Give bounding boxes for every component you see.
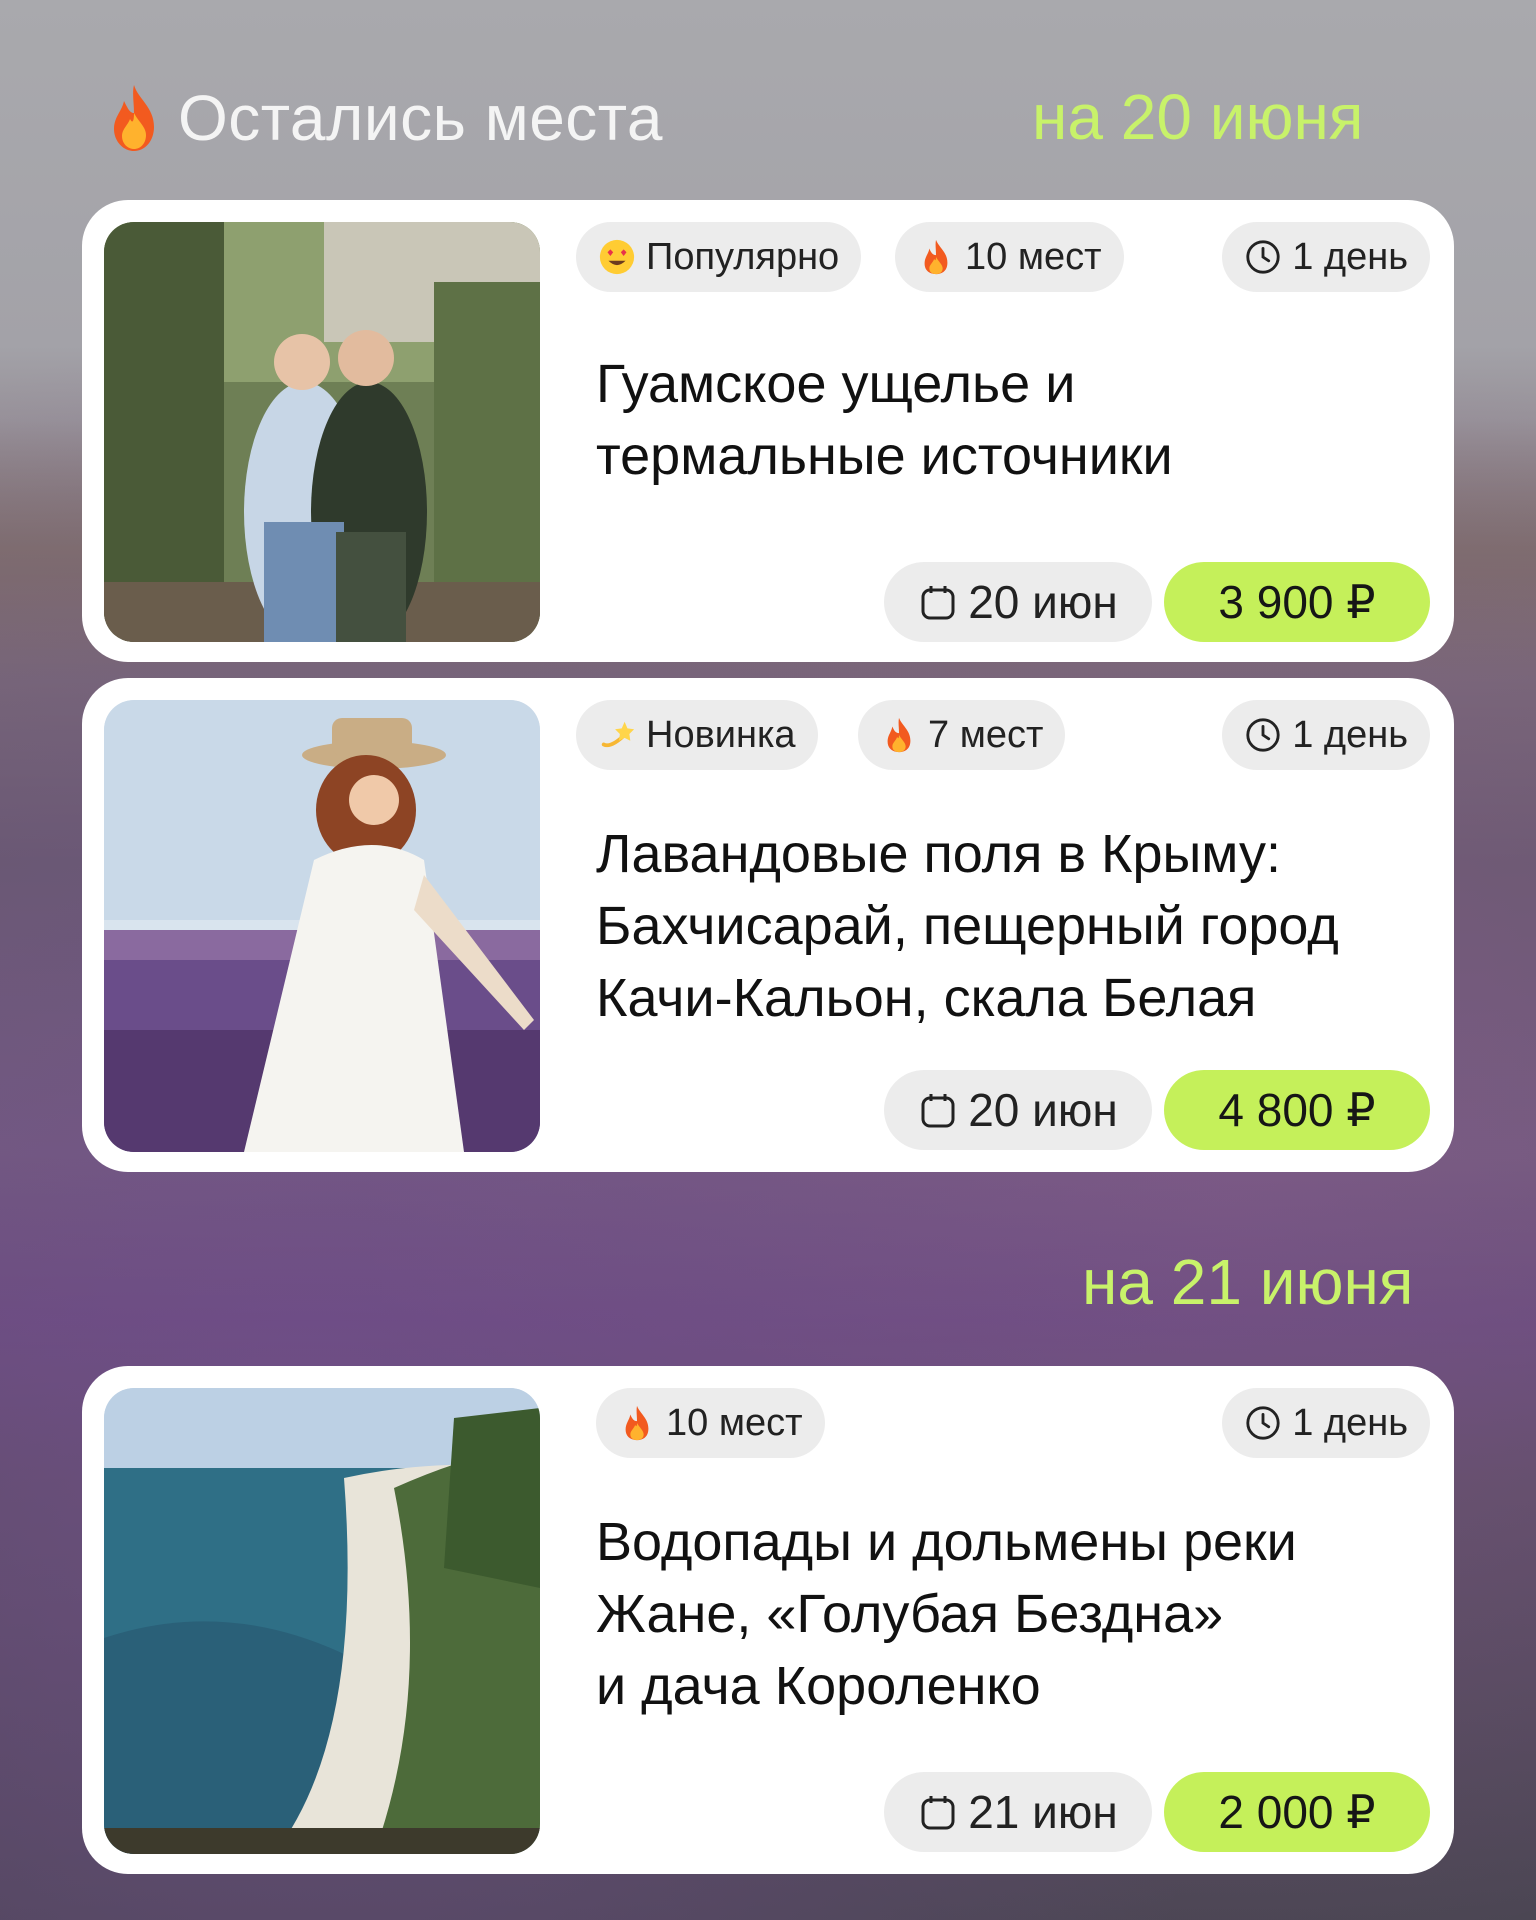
price-button[interactable]: 3 900 ₽ — [1164, 562, 1430, 642]
date-heading-20: на 20 июня — [1032, 81, 1364, 153]
seats-chip: 10 мест — [596, 1388, 825, 1458]
price-button[interactable]: 4 800 ₽ — [1164, 1070, 1430, 1150]
fire-icon — [104, 83, 164, 153]
tag-chip: Популярно — [576, 222, 862, 292]
tag-label: Популярно — [646, 235, 840, 278]
clock-icon — [1244, 715, 1282, 755]
tour-title-line: Гуамское ущелье и — [596, 354, 1076, 414]
date-chip: 20 июн — [884, 562, 1152, 642]
tour-card[interactable]: Новинка 7 мест 1 день Лавандовые поля в … — [82, 678, 1454, 1172]
tour-title-line: Бахчисарай, пещерный город — [596, 896, 1339, 956]
date-label: 20 июн — [968, 1084, 1118, 1136]
heart-eyes-emoji-icon — [598, 237, 636, 277]
date-heading-21: на 21 июня — [1082, 1246, 1414, 1318]
seats-label: 7 мест — [928, 713, 1044, 756]
calendar-icon — [918, 582, 958, 622]
tour-card[interactable]: Популярно 10 мест 1 день Гуамское ущелье… — [82, 200, 1454, 662]
tour-photo — [104, 1388, 540, 1854]
tour-photo — [104, 222, 540, 642]
tour-title: Лавандовые поля в Крыму: Бахчисарай, пещ… — [596, 818, 1416, 1034]
tour-photo — [104, 700, 540, 1152]
dizzy-star-emoji-icon — [598, 715, 636, 755]
seats-label: 10 мест — [965, 235, 1102, 278]
clock-icon — [1244, 1403, 1282, 1443]
tour-title-line: термальные источники — [596, 426, 1173, 486]
tag-label: Новинка — [646, 713, 796, 756]
tour-title: Гуамское ущелье и термальные источники — [596, 348, 1416, 492]
date-chip: 21 июн — [884, 1772, 1152, 1852]
duration-chip: 1 день — [1222, 1388, 1430, 1458]
date-label: 21 июн — [968, 1786, 1118, 1838]
seats-chip: 10 мест — [895, 222, 1124, 292]
fire-icon — [880, 715, 918, 755]
calendar-icon — [918, 1090, 958, 1130]
duration-chip: 1 день — [1222, 700, 1430, 770]
date-chip: 20 июн — [884, 1070, 1152, 1150]
tag-chip: Новинка — [576, 700, 818, 770]
tour-title-line: и дача Короленко — [596, 1656, 1041, 1716]
fire-icon — [618, 1403, 656, 1443]
duration-label: 1 день — [1292, 713, 1408, 756]
seats-chip: 7 мест — [858, 700, 1066, 770]
tour-title: Водопады и дольмены реки Жане, «Голубая … — [596, 1506, 1416, 1722]
tour-title-line: Водопады и дольмены реки — [596, 1512, 1297, 1572]
duration-chip: 1 день — [1222, 222, 1430, 292]
fire-icon — [917, 237, 955, 277]
tour-card[interactable]: 10 мест 1 день Водопады и дольмены реки … — [82, 1366, 1454, 1874]
calendar-icon — [918, 1792, 958, 1832]
page-title-text: Остались места — [178, 82, 663, 154]
price-button[interactable]: 2 000 ₽ — [1164, 1772, 1430, 1852]
duration-label: 1 день — [1292, 235, 1408, 278]
tour-title-line: Жане, «Голубая Бездна» — [596, 1584, 1224, 1644]
seats-label: 10 мест — [666, 1401, 803, 1444]
page-title: Остались места — [104, 78, 663, 158]
date-label: 20 июн — [968, 576, 1118, 628]
clock-icon — [1244, 237, 1282, 277]
tour-title-line: Лавандовые поля в Крыму: — [596, 824, 1282, 884]
tour-title-line: Качи-Кальон, скала Белая — [596, 968, 1257, 1028]
duration-label: 1 день — [1292, 1401, 1408, 1444]
